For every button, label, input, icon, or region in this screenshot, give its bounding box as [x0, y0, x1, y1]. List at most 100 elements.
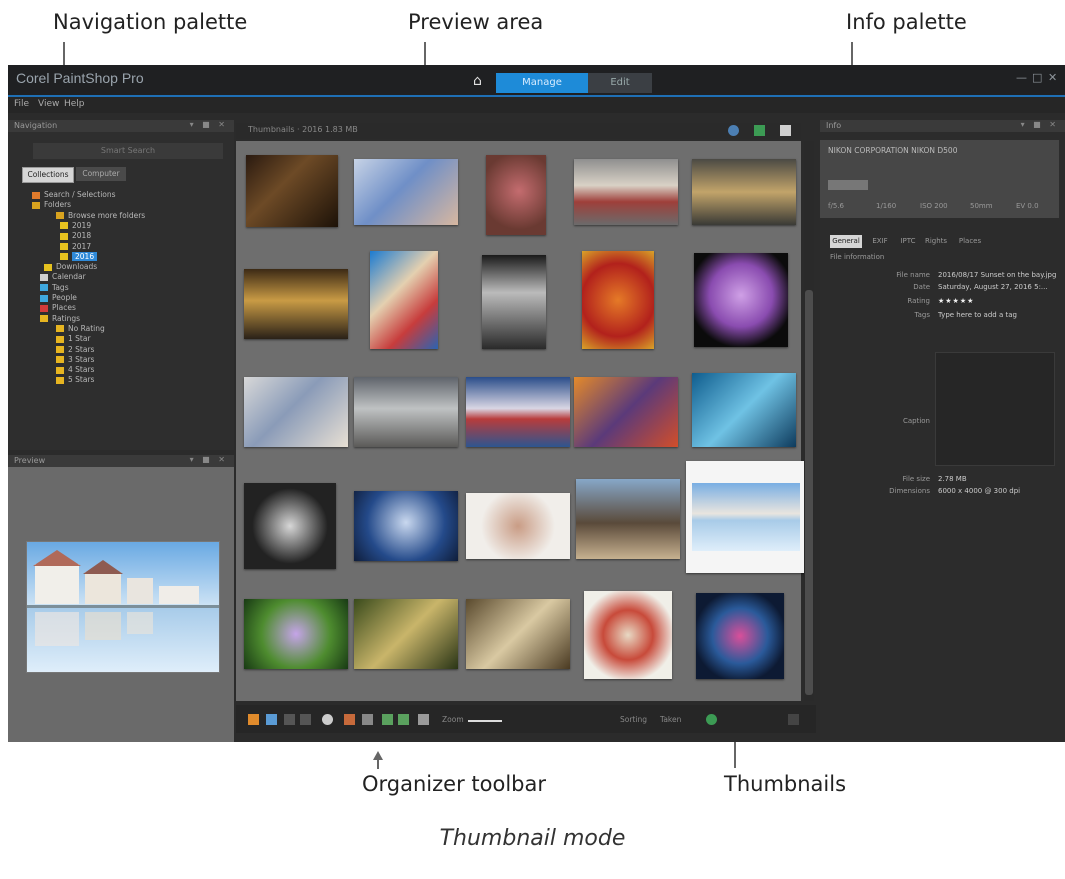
thumbnail[interactable] — [246, 155, 338, 227]
tree-item[interactable]: Places — [40, 303, 76, 313]
tree-item[interactable]: Calendar — [40, 272, 86, 282]
thumbnail-image — [576, 479, 680, 559]
split-view-icon[interactable] — [754, 125, 765, 136]
sort-dropdown[interactable]: Taken — [660, 715, 681, 724]
thumbnail[interactable] — [354, 491, 458, 561]
thumbnail[interactable] — [244, 599, 348, 669]
folder-icon — [44, 263, 52, 271]
menu-view[interactable]: View — [38, 99, 59, 109]
thumbnail[interactable] — [466, 493, 570, 559]
rotate-right-icon[interactable] — [300, 714, 311, 725]
folder-icon — [40, 273, 48, 281]
tree-item-label: Calendar — [52, 272, 86, 282]
info-row-label: Tags — [914, 311, 931, 319]
thumbnail-image — [354, 491, 458, 561]
caption-box[interactable] — [935, 352, 1055, 466]
panel-controls-icon[interactable]: ▾ ■ ✕ — [1021, 120, 1059, 129]
thumbnail[interactable] — [370, 251, 438, 349]
tree-item[interactable]: 2 Stars — [56, 345, 94, 355]
thumbnail[interactable] — [576, 479, 680, 559]
refresh-icon[interactable] — [362, 714, 373, 725]
undo-icon[interactable] — [382, 714, 393, 725]
thumbnail[interactable] — [692, 159, 796, 225]
thumbnail[interactable] — [582, 251, 654, 349]
info-row-value: Saturday, August 27, 2016 5:... — [938, 283, 1048, 291]
menu-file[interactable]: File — [14, 99, 29, 109]
zoom-slider[interactable] — [468, 720, 502, 722]
minimize-icon[interactable]: — — [1016, 71, 1027, 84]
thumbnail[interactable] — [584, 591, 672, 679]
import-icon[interactable] — [248, 714, 259, 725]
rotate-left-icon[interactable] — [284, 714, 295, 725]
tree-item[interactable]: 2017 — [60, 242, 91, 252]
filter-icon[interactable] — [706, 714, 717, 725]
tree-item[interactable]: 2018 — [60, 231, 91, 241]
thumbnail[interactable] — [244, 269, 348, 339]
tree-item[interactable]: Downloads — [44, 262, 97, 272]
thumbnail[interactable] — [354, 599, 458, 669]
thumbnail[interactable] — [694, 253, 788, 347]
tree-item[interactable]: 2019 — [60, 221, 91, 231]
tree-item[interactable]: 1 Star — [56, 334, 91, 344]
tree-item[interactable]: Search / Selections — [32, 190, 116, 200]
menu-help[interactable]: Help — [64, 99, 85, 109]
tree-item[interactable]: Ratings — [40, 314, 80, 324]
thumbnail[interactable] — [244, 377, 348, 447]
share-icon[interactable] — [344, 714, 355, 725]
thumbnail[interactable] — [686, 461, 806, 573]
tree-item[interactable]: Browse more folders — [56, 211, 145, 221]
people-icon[interactable] — [322, 714, 333, 725]
thumbnail[interactable] — [574, 377, 678, 447]
scrollbar-thumb[interactable] — [805, 290, 813, 695]
tree-item[interactable]: No Rating — [56, 324, 105, 334]
info-row-label: Caption — [902, 417, 930, 425]
thumbnail[interactable] — [466, 599, 570, 669]
map-view-icon[interactable] — [728, 125, 739, 136]
expand-icon[interactable] — [788, 714, 799, 725]
info-tab[interactable]: General — [830, 235, 862, 248]
thumbnail-image — [246, 155, 338, 227]
tab-edit[interactable]: Edit — [588, 73, 652, 93]
thumbnail[interactable] — [692, 373, 796, 447]
camera-model: NIKON CORPORATION NIKON D500 — [828, 146, 958, 155]
menu-bar: File View Help — [8, 97, 1065, 113]
tab-collections[interactable]: Collections — [22, 167, 74, 183]
thumbnail-image — [466, 377, 570, 447]
info-tab[interactable]: EXIF — [866, 235, 894, 248]
thumbnail[interactable] — [354, 159, 458, 225]
calendar-icon[interactable] — [266, 714, 277, 725]
thumbnail[interactable] — [574, 159, 678, 225]
tab-manage[interactable]: Manage — [496, 73, 588, 93]
thumbnail[interactable] — [466, 377, 570, 447]
thumbnail[interactable] — [696, 593, 784, 679]
smart-search-input[interactable]: Smart Search — [33, 143, 223, 159]
figure-caption: Thumbnail mode — [439, 826, 626, 851]
redo-icon[interactable] — [398, 714, 409, 725]
close-icon[interactable]: ✕ — [1048, 71, 1057, 84]
maximize-icon[interactable]: □ — [1032, 71, 1042, 84]
home-icon[interactable]: ⌂ — [473, 73, 482, 89]
thumbnail-image — [466, 493, 570, 559]
thumbnail[interactable] — [482, 255, 546, 349]
thumbnail[interactable] — [354, 377, 458, 447]
tree-item[interactable]: 2016 — [60, 251, 98, 262]
tree-item[interactable]: Folders — [32, 200, 71, 210]
info-row-value[interactable]: Type here to add a tag — [938, 311, 1017, 319]
preview-header: Preview ▾ ■ ✕ — [8, 455, 234, 467]
tree-item[interactable]: 4 Stars — [56, 365, 94, 375]
panel-controls-icon[interactable]: ▾ ■ ✕ — [190, 120, 228, 129]
tab-computer[interactable]: Computer — [76, 167, 126, 181]
info-tab[interactable]: Rights — [922, 235, 950, 248]
thumbnail[interactable] — [486, 155, 546, 235]
tree-item[interactable]: Tags — [40, 283, 69, 293]
thumbnail[interactable] — [244, 483, 336, 569]
tree-item[interactable]: 5 Stars — [56, 375, 94, 385]
tree-item[interactable]: People — [40, 293, 77, 303]
panel-controls-icon[interactable]: ▾ ■ ✕ — [190, 455, 228, 464]
info-tab[interactable]: IPTC — [894, 235, 922, 248]
thumbnail-image — [696, 593, 784, 679]
thumbnail-view-icon[interactable] — [780, 125, 791, 136]
tree-item[interactable]: 3 Stars — [56, 355, 94, 365]
delete-icon[interactable] — [418, 714, 429, 725]
info-tab[interactable]: Places — [956, 235, 984, 248]
